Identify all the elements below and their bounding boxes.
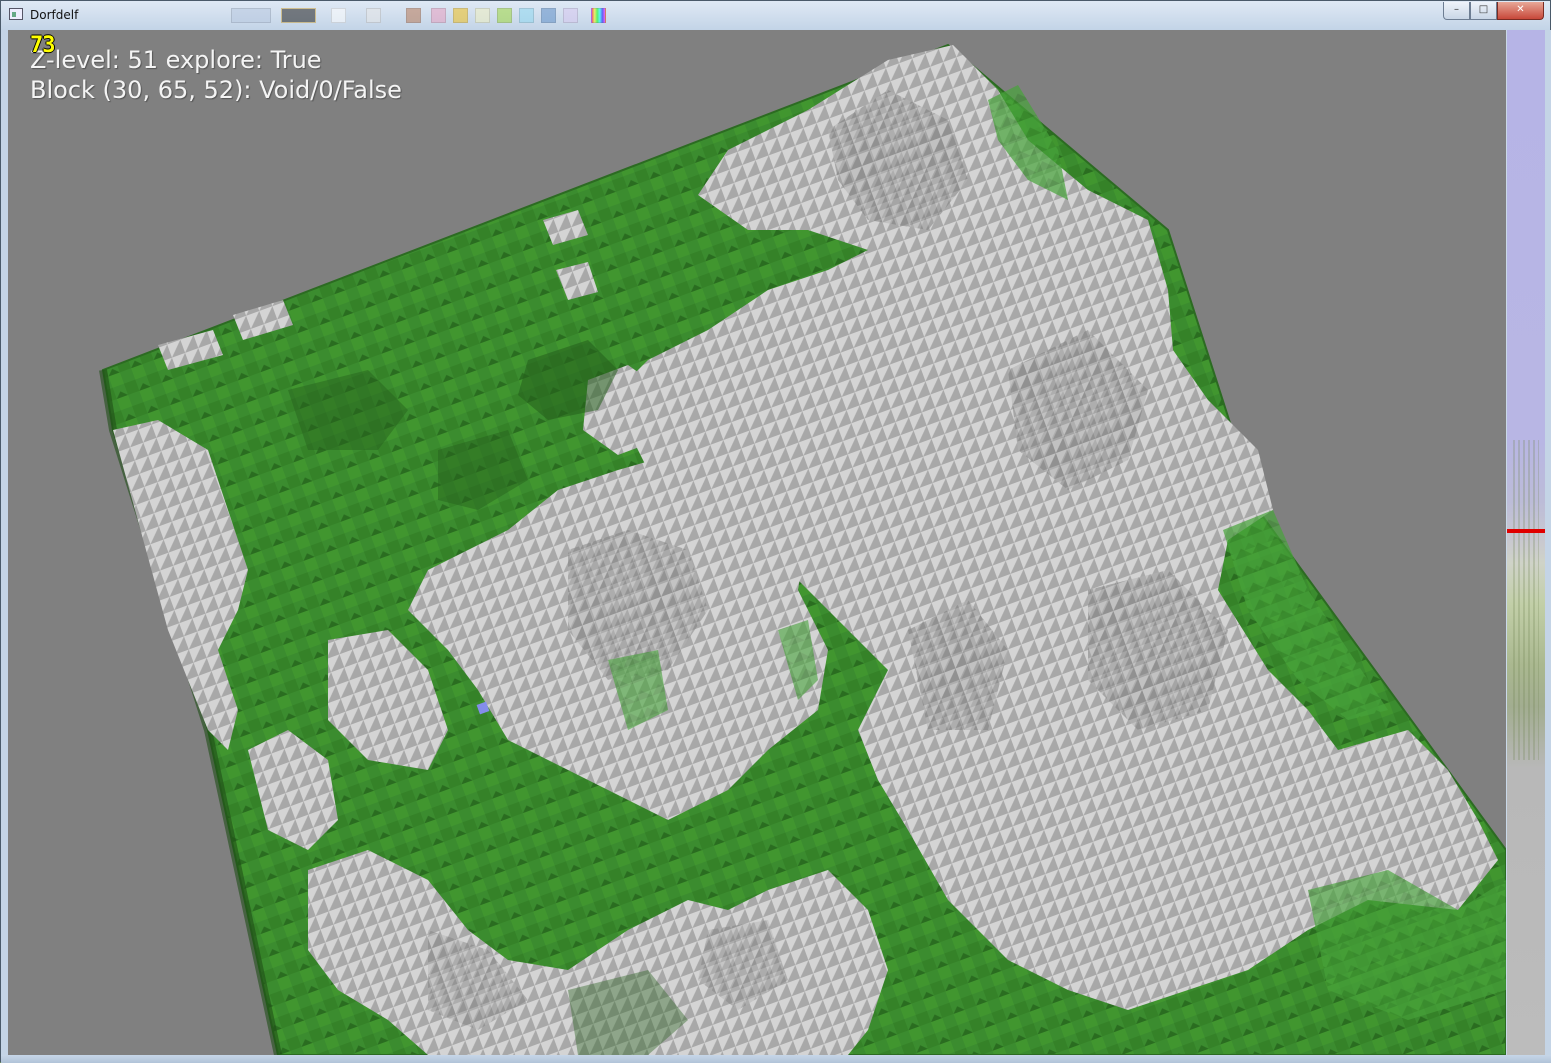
swatch-icon [541,8,556,23]
swatch-icon [519,8,534,23]
close-icon: ✕ [1516,4,1525,15]
terrain-map[interactable] [8,30,1506,1055]
hud-overlay: Z-level: 51 explore: True Block (30, 65,… [30,45,402,105]
swatch-icon [563,8,578,23]
close-button[interactable]: ✕ [1497,2,1544,20]
swatch-icon [366,8,381,23]
app-icon [9,8,23,20]
swatch-icon [406,8,421,23]
minimize-icon: – [1454,4,1459,15]
swatch-icon [453,8,468,23]
swatch-icon [231,8,271,23]
swatch-icon [475,8,490,23]
fps-counter: 73 [30,33,55,58]
swatch-icon [497,8,512,23]
depth-slider[interactable] [1507,30,1545,1055]
window-title: Dorfdelf [30,8,79,22]
zlevel-readout: Z-level: 51 explore: True [30,46,322,74]
swatch-icon [331,8,346,23]
window-frame-right [1545,30,1551,1055]
palette-icon [591,8,606,23]
title-bar[interactable]: Dorfdelf – □ ✕ [1,1,1550,30]
minimize-button[interactable]: – [1443,2,1470,20]
swatch-icon [281,8,316,23]
swatch-icon [431,8,446,23]
titlebar-background-strip [81,3,621,27]
window-frame-left [1,30,8,1055]
maximize-button[interactable]: □ [1470,2,1497,20]
block-readout: Block (30, 65, 52): Void/0/False [30,76,402,104]
depth-slider-marker[interactable] [1507,529,1545,533]
game-viewport[interactable]: Z-level: 51 explore: True Block (30, 65,… [8,30,1506,1055]
app-window: Dorfdelf – □ ✕ Z-level: 51 explore: True… [0,0,1551,1063]
maximize-icon: □ [1478,4,1489,15]
